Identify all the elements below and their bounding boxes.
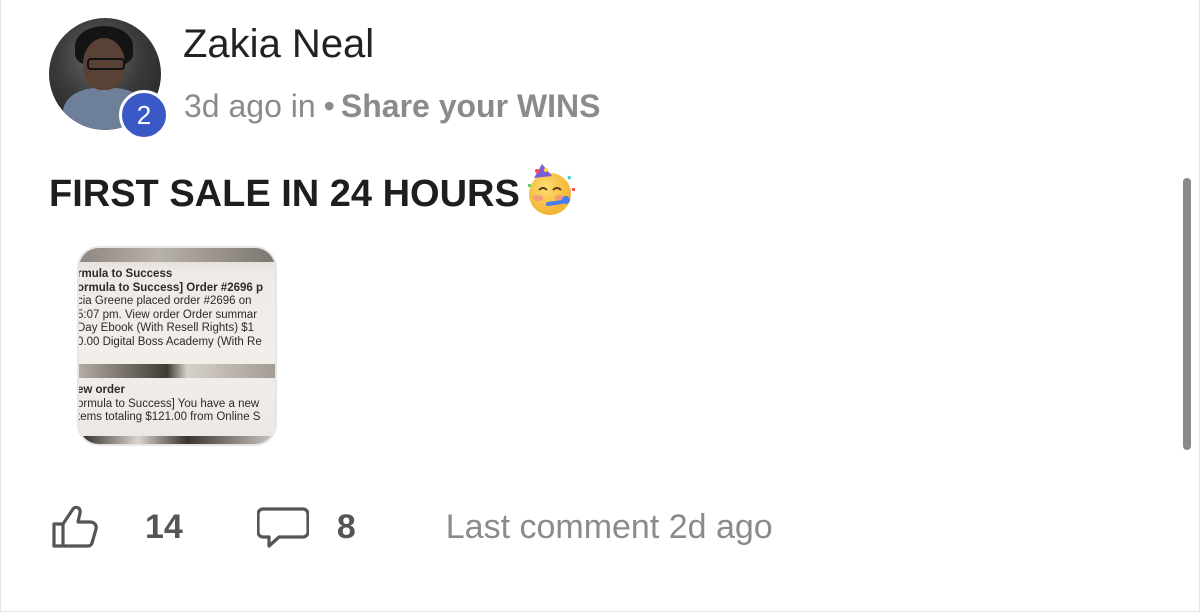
level-badge: 2 xyxy=(119,90,169,140)
post-time: 3d ago in xyxy=(184,88,316,124)
notification-line: Day Ebook (With Resell Rights) $1 xyxy=(77,322,255,334)
thumbs-up-icon[interactable] xyxy=(51,505,101,549)
notification-text-bottom: ew order ormula to Success] You have a n… xyxy=(77,384,261,425)
notification-text-top: rmula to Success ormula to Success] Orde… xyxy=(77,268,263,349)
last-comment-time[interactable]: Last comment 2d ago xyxy=(446,508,773,547)
attachment-thumbnail[interactable]: rmula to Success ormula to Success] Orde… xyxy=(77,246,277,446)
notification-line: ormula to Success] Order #2696 p xyxy=(77,281,263,294)
comment-bubble-icon[interactable] xyxy=(256,505,309,549)
post-meta: 3d ago in • Share your WINS xyxy=(184,88,600,125)
notification-line: ew order xyxy=(77,384,125,396)
meta-separator: • xyxy=(323,88,335,124)
notification-line: 5:07 pm. View order Order summar xyxy=(77,308,258,321)
scrollbar[interactable] xyxy=(1183,178,1191,450)
notification-line: ormula to Success] You have a new xyxy=(77,397,260,410)
group-link[interactable]: Share your WINS xyxy=(341,88,601,124)
author-name[interactable]: Zakia Neal xyxy=(183,22,374,67)
avatar-glasses xyxy=(87,58,125,70)
post-card: 2 Zakia Neal 3d ago in • Share your WINS F… xyxy=(0,0,1200,612)
thumbnail-separator xyxy=(79,364,275,378)
notification-line: tems totaling $121.00 from Online S xyxy=(77,411,261,423)
like-count: 14 xyxy=(145,507,183,546)
notification-line: rmula to Success xyxy=(77,268,173,280)
post-title[interactable]: FIRST SALE IN 24 HOURS xyxy=(49,164,578,222)
thumbnail-bottom-bar xyxy=(79,436,275,444)
post-title-text: FIRST SALE IN 24 HOURS xyxy=(49,172,520,215)
post-actions: 14 8 Last comment 2d ago xyxy=(51,505,773,549)
notification-line: 0.00 Digital Boss Academy (With Re xyxy=(77,335,262,348)
partying-face-icon xyxy=(527,164,575,215)
comment-count: 8 xyxy=(336,507,356,546)
notification-line: cia Greene placed order #2696 on xyxy=(77,295,252,307)
thumbnail-top-bar xyxy=(79,248,275,262)
